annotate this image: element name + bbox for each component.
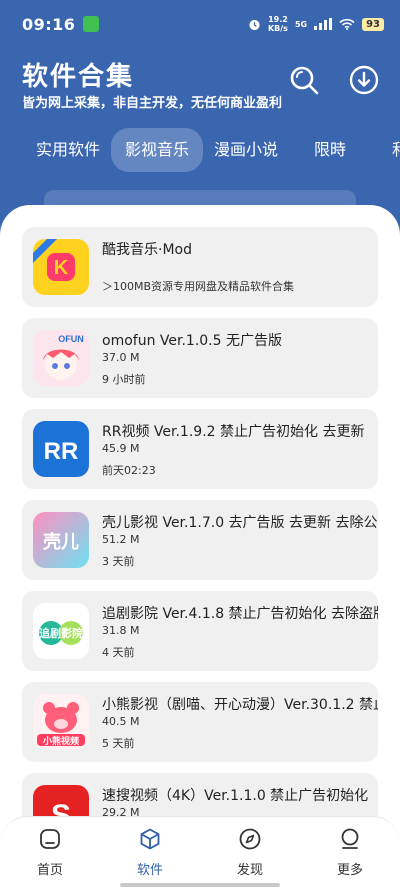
- list-item[interactable]: 壳儿 壳儿影视 Ver.1.7.0 去广告版 去更新 去除公告内 51.2 M …: [22, 500, 378, 580]
- app-icon-zhuiju: 追剧影院: [33, 603, 89, 659]
- download-icon: [349, 65, 379, 95]
- category-tabs: 实用软件 影视音乐 漫画小说 限時 和: [0, 128, 400, 172]
- svg-text:小熊视频: 小熊视频: [42, 735, 79, 747]
- svg-text:RR: RR: [44, 438, 79, 465]
- item-title: 追剧影院 Ver.4.1.8 禁止广告初始化 去除盗版检测: [102, 606, 378, 622]
- item-size: 37.0 M: [102, 351, 140, 364]
- item-title: 速搜视频（4K）Ver.1.1.0 禁止广告初始化: [102, 788, 369, 804]
- item-time: 前天02:23: [102, 464, 156, 477]
- status-time: 09:16: [22, 14, 76, 34]
- nav-discover[interactable]: 发现: [220, 827, 280, 878]
- app-icon-xiaoxiong: 小熊视频: [33, 694, 89, 750]
- list-item[interactable]: K 酷我音乐·Mod ＞100MB资源专用网盘及精品软件合集: [22, 227, 378, 307]
- nav-more[interactable]: 更多: [320, 827, 380, 878]
- alarm-icon: [249, 19, 260, 30]
- item-desc: ＞100MB资源专用网盘及精品软件合集: [102, 280, 295, 293]
- nav-home[interactable]: 首页: [20, 827, 80, 878]
- person-icon: [341, 828, 359, 849]
- app-icon-keer: 壳儿: [33, 512, 89, 568]
- search-icon: [290, 66, 319, 95]
- tab-comic-novel[interactable]: 漫画小说: [214, 128, 278, 172]
- nav-software[interactable]: 软件: [120, 827, 180, 878]
- tab-more-partial[interactable]: 和: [392, 128, 400, 172]
- item-time: 3 天前: [102, 555, 135, 568]
- item-time: 4 天前: [102, 646, 135, 659]
- app-icon-kuwo: K: [33, 239, 89, 295]
- network-type: 5G: [294, 19, 308, 29]
- cube-icon: [140, 828, 160, 850]
- search-button[interactable]: [288, 64, 320, 96]
- tab-video-music[interactable]: 影视音乐: [111, 128, 204, 172]
- app-icon-omofun: OFUN: [33, 330, 89, 386]
- item-size: 31.8 M: [102, 624, 140, 637]
- item-title: 酷我音乐·Mod: [102, 242, 192, 258]
- svg-text:追剧影院: 追剧影院: [39, 626, 83, 640]
- item-title: 壳儿影视 Ver.1.7.0 去广告版 去更新 去除公告内: [102, 515, 378, 531]
- status-bar: 09:16 19.2 KB/s 5G 93: [22, 12, 384, 36]
- page-subtitle: 皆为网上采集，非自主开发，无任何商业盈利: [22, 96, 283, 111]
- item-size: 40.5 M: [102, 715, 140, 728]
- download-button[interactable]: [348, 64, 380, 96]
- svg-text:壳儿: 壳儿: [42, 531, 79, 553]
- tab-limited[interactable]: 限時: [314, 128, 346, 172]
- item-time: 9 小时前: [102, 373, 146, 386]
- list-item[interactable]: RR RR视频 Ver.1.9.2 禁止广告初始化 去更新 45.9 M 前天0…: [22, 409, 378, 489]
- item-size: 45.9 M: [102, 442, 140, 455]
- app-icon-rr: RR: [33, 421, 89, 477]
- item-size: 51.2 M: [102, 533, 140, 546]
- page-title: 软件合集: [22, 62, 135, 92]
- signal-icon: [314, 18, 333, 30]
- item-title: omofun Ver.1.0.5 无广告版: [102, 333, 282, 349]
- item-time: 5 天前: [102, 737, 135, 750]
- item-title: 小熊影视（剧喵、开心动漫）Ver.30.1.2 禁止广告: [102, 697, 378, 713]
- tab-utility[interactable]: 实用软件: [36, 128, 100, 172]
- item-title: RR视频 Ver.1.9.2 禁止广告初始化 去更新: [102, 424, 365, 440]
- app-badge-icon: [83, 16, 100, 32]
- svg-text:OFUN: OFUN: [58, 334, 84, 344]
- nav-more-label: 更多: [336, 863, 363, 878]
- svg-text:K: K: [54, 257, 69, 279]
- software-list: K 酷我音乐·Mod ＞100MB资源专用网盘及精品软件合集 OFUN omof…: [22, 227, 378, 864]
- list-item[interactable]: 追剧影院 追剧影院 Ver.4.1.8 禁止广告初始化 去除盗版检测 31.8 …: [22, 591, 378, 671]
- content-panel: K 酷我音乐·Mod ＞100MB资源专用网盘及精品软件合集 OFUN omof…: [0, 205, 400, 889]
- net-speed: 19.2 KB/s: [267, 15, 288, 33]
- list-item[interactable]: OFUN omofun Ver.1.0.5 无广告版 37.0 M 9 小时前: [22, 318, 378, 398]
- list-item[interactable]: 小熊视频 小熊影视（剧喵、开心动漫）Ver.30.1.2 禁止广告 40.5 M…: [22, 682, 378, 762]
- compass-icon: [239, 828, 261, 850]
- wifi-icon: [339, 18, 355, 30]
- bottom-nav: 首页 软件 发现 更多: [0, 816, 400, 889]
- nav-software-label: 软件: [136, 863, 163, 878]
- nav-home-label: 首页: [36, 863, 63, 878]
- battery-level: 93: [362, 17, 384, 31]
- home-indicator[interactable]: [120, 883, 280, 887]
- home-icon: [40, 829, 60, 849]
- nav-discover-label: 发现: [236, 863, 263, 878]
